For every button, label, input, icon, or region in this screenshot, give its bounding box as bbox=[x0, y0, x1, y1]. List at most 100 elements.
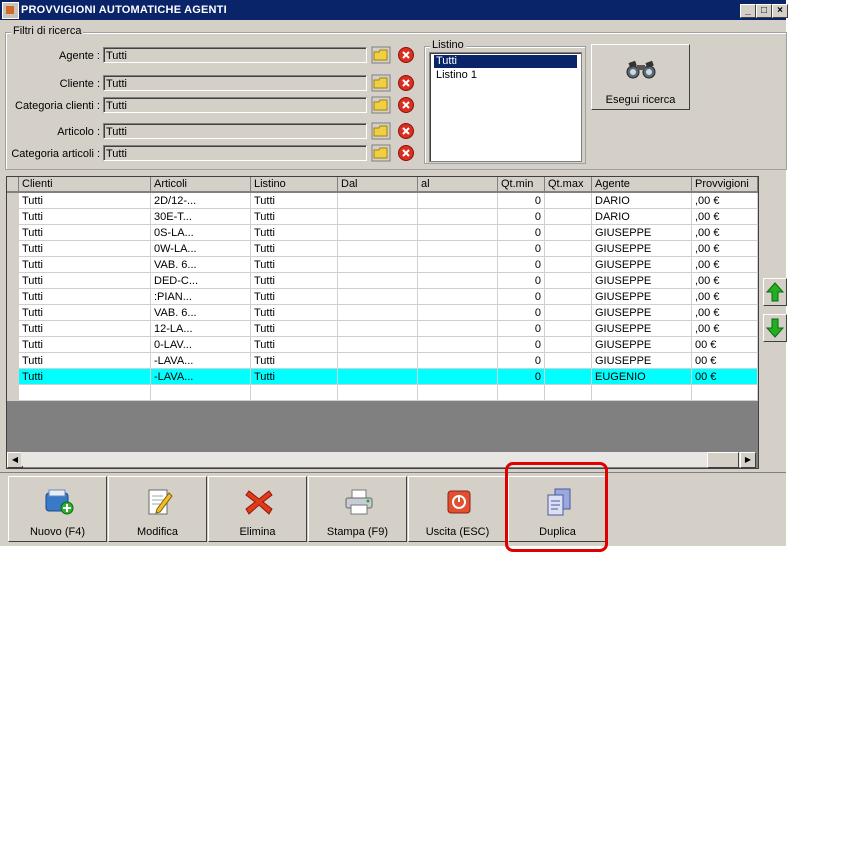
cell-clienti[interactable]: Tutti bbox=[19, 273, 151, 289]
cell-listino[interactable]: Tutti bbox=[251, 353, 338, 369]
cell-qt-max[interactable] bbox=[545, 273, 592, 289]
cell-al[interactable] bbox=[418, 193, 498, 209]
cell-clienti[interactable]: Tutti bbox=[19, 321, 151, 337]
table-row[interactable]: Tutti -LAVA... Tutti 0 EUGENIO 00 € bbox=[7, 369, 758, 385]
cell-qt-max[interactable] bbox=[545, 369, 592, 385]
cell-al[interactable] bbox=[418, 337, 498, 353]
cell-qt-max[interactable] bbox=[545, 225, 592, 241]
column-header-qt-min[interactable]: Qt.min bbox=[498, 177, 545, 192]
filter-categoria-articoli-browse-button[interactable] bbox=[371, 144, 391, 162]
modifica-button[interactable]: Modifica bbox=[108, 476, 207, 542]
cell-al[interactable] bbox=[418, 257, 498, 273]
filter-cliente-clear-button[interactable] bbox=[397, 74, 415, 92]
cell-listino[interactable]: Tutti bbox=[251, 193, 338, 209]
cell-listino[interactable]: Tutti bbox=[251, 241, 338, 257]
nuovo-button[interactable]: Nuovo (F4) bbox=[8, 476, 107, 542]
cell-clienti[interactable]: Tutti bbox=[19, 193, 151, 209]
scroll-thumb[interactable] bbox=[707, 452, 739, 468]
scroll-track[interactable] bbox=[21, 452, 707, 466]
cell-qt-max[interactable] bbox=[545, 353, 592, 369]
cell-provvigioni[interactable]: ,00 € bbox=[692, 305, 758, 321]
cell-provvigioni[interactable]: ,00 € bbox=[692, 273, 758, 289]
cell-provvigioni[interactable]: 00 € bbox=[692, 369, 758, 385]
filter-cliente-browse-button[interactable] bbox=[371, 74, 391, 92]
filter-categoria-clienti-clear-button[interactable] bbox=[397, 96, 415, 114]
cell-qt-max[interactable] bbox=[545, 337, 592, 353]
column-header-qt-max[interactable]: Qt.max bbox=[545, 177, 592, 192]
cell-articoli[interactable]: 12-LA... bbox=[151, 321, 251, 337]
cell-articoli[interactable]: 2D/12-... bbox=[151, 193, 251, 209]
table-row[interactable]: Tutti 2D/12-... Tutti 0 DARIO ,00 € bbox=[7, 193, 758, 209]
cell-qt-min[interactable]: 0 bbox=[498, 369, 545, 385]
cell-qt-min[interactable]: 0 bbox=[498, 353, 545, 369]
cell-clienti[interactable]: Tutti bbox=[19, 369, 151, 385]
cell-al[interactable] bbox=[418, 241, 498, 257]
cell-qt-min[interactable]: 0 bbox=[498, 321, 545, 337]
cell-articoli[interactable]: DED-C... bbox=[151, 273, 251, 289]
table-row[interactable]: Tutti 12-LA... Tutti 0 GIUSEPPE ,00 € bbox=[7, 321, 758, 337]
cell-articoli[interactable]: 0-LAV... bbox=[151, 337, 251, 353]
search-button[interactable]: Esegui ricerca bbox=[591, 44, 690, 110]
cell-agente[interactable]: GIUSEPPE bbox=[592, 353, 692, 369]
cell-agente[interactable]: EUGENIO bbox=[592, 369, 692, 385]
cell-provvigioni[interactable]: ,00 € bbox=[692, 193, 758, 209]
minimize-button[interactable]: _ bbox=[740, 4, 756, 18]
filter-articolo-browse-button[interactable] bbox=[371, 122, 391, 140]
table-row[interactable]: Tutti 30E-T... Tutti 0 DARIO ,00 € bbox=[7, 209, 758, 225]
cell-listino[interactable]: Tutti bbox=[251, 273, 338, 289]
listino-item-tutti[interactable]: Tutti bbox=[434, 55, 577, 68]
cell-clienti[interactable]: Tutti bbox=[19, 225, 151, 241]
cell-articoli[interactable]: 30E-T... bbox=[151, 209, 251, 225]
cell-clienti[interactable]: Tutti bbox=[19, 209, 151, 225]
cell-agente[interactable]: GIUSEPPE bbox=[592, 321, 692, 337]
cell-al[interactable] bbox=[418, 289, 498, 305]
column-header-articoli[interactable]: Articoli bbox=[151, 177, 251, 192]
cell-al[interactable] bbox=[418, 321, 498, 337]
filter-agente-clear-button[interactable] bbox=[397, 46, 415, 64]
table-row[interactable]: Tutti:PIAN... Tutti 0 GIUSEPPE ,00 € bbox=[7, 289, 758, 305]
cell-agente[interactable]: GIUSEPPE bbox=[592, 337, 692, 353]
cell-al[interactable] bbox=[418, 273, 498, 289]
cell-listino[interactable]: Tutti bbox=[251, 305, 338, 321]
cell-clienti[interactable]: Tutti bbox=[19, 337, 151, 353]
cell-articoli[interactable]: -LAVA... bbox=[151, 353, 251, 369]
cell-qt-min[interactable]: 0 bbox=[498, 337, 545, 353]
listino-item-listino-1[interactable]: Listino 1 bbox=[434, 69, 477, 82]
title-bar[interactable]: PROVVIGIONI AUTOMATICHE AGENTI _ □ × bbox=[0, 0, 788, 20]
column-header-clienti[interactable]: Clienti bbox=[19, 177, 151, 192]
cell-al[interactable] bbox=[418, 369, 498, 385]
cell-clienti[interactable]: Tutti bbox=[19, 305, 151, 321]
filter-categoria-articoli-clear-button[interactable] bbox=[397, 144, 415, 162]
uscita-button[interactable]: Uscita (ESC) bbox=[408, 476, 507, 542]
filter-agente-field[interactable]: Tutti bbox=[103, 47, 367, 63]
filter-cliente-field[interactable]: Tutti bbox=[103, 75, 367, 91]
cell-clienti[interactable]: Tutti bbox=[19, 289, 151, 305]
cell-dal[interactable] bbox=[338, 369, 418, 385]
cell-dal[interactable] bbox=[338, 289, 418, 305]
filter-agente-browse-button[interactable] bbox=[371, 46, 391, 64]
cell-qt-min[interactable]: 0 bbox=[498, 209, 545, 225]
cell-qt-min[interactable]: 0 bbox=[498, 289, 545, 305]
cell-provvigioni[interactable]: ,00 € bbox=[692, 225, 758, 241]
table-row[interactable]: Tutti 0W-LA... Tutti 0 GIUSEPPE ,00 € bbox=[7, 241, 758, 257]
horizontal-scrollbar[interactable]: ◀ ▶ bbox=[7, 452, 756, 468]
column-header-listino[interactable]: Listino bbox=[251, 177, 338, 192]
listino-listbox[interactable]: Tutti Listino 1 bbox=[429, 52, 582, 162]
cell-provvigioni[interactable]: 00 € bbox=[692, 337, 758, 353]
cell-clienti[interactable]: Tutti bbox=[19, 241, 151, 257]
cell-dal[interactable] bbox=[338, 321, 418, 337]
cell-provvigioni[interactable]: ,00 € bbox=[692, 209, 758, 225]
cell-qt-min[interactable] bbox=[498, 385, 545, 401]
column-header-dal[interactable]: Dal bbox=[338, 177, 418, 192]
cell-articoli[interactable]: -LAVA... bbox=[151, 369, 251, 385]
cell-dal[interactable] bbox=[338, 353, 418, 369]
cell-dal[interactable] bbox=[338, 241, 418, 257]
filter-articolo-field[interactable]: Tutti bbox=[103, 123, 367, 139]
filter-categoria-clienti-browse-button[interactable] bbox=[371, 96, 391, 114]
cell-dal[interactable] bbox=[338, 209, 418, 225]
cell-articoli[interactable]: 0S-LA... bbox=[151, 225, 251, 241]
cell-agente[interactable]: DARIO bbox=[592, 193, 692, 209]
cell-al[interactable] bbox=[418, 305, 498, 321]
close-button[interactable]: × bbox=[772, 4, 788, 18]
cell-dal[interactable] bbox=[338, 305, 418, 321]
